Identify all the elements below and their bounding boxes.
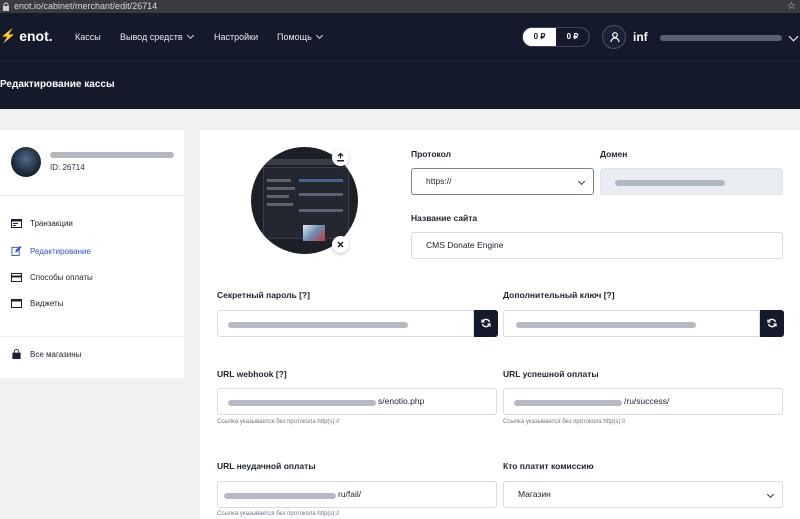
transactions-icon (11, 219, 22, 228)
balance-secondary[interactable]: 0 ₽ (556, 28, 589, 46)
shop-edit-form: Протокол https:// Домен Название сайта C… (200, 130, 800, 519)
chevron-down-icon (577, 177, 586, 186)
shop-sidebar: ID: 26714 Транзакции Редактирование Спос… (0, 130, 184, 378)
extra-key-input[interactable] (503, 310, 760, 337)
success-url-input[interactable]: /ru/success/ (503, 388, 783, 415)
site-name-input[interactable]: CMS Donate Engine (411, 232, 783, 259)
upload-icon (337, 153, 344, 162)
sidebar-item-widgets[interactable]: Виджеты (11, 299, 63, 308)
balance-switch[interactable]: 0 ₽ 0 ₽ (522, 27, 590, 47)
page-header: Редактирование кассы (0, 61, 800, 109)
site-name-label: Название сайта (411, 213, 478, 223)
shop-avatar (11, 147, 41, 177)
sidebar-item-all-shops[interactable]: Все магазины (11, 349, 81, 359)
divider (0, 336, 184, 337)
nav-item-cash-desks[interactable]: Кассы (75, 32, 101, 42)
protocol-select[interactable]: https:// (411, 168, 594, 195)
extra-key-label: Дополнительный ключ [?] (503, 290, 615, 300)
protocol-label: Протокол (411, 149, 452, 159)
regenerate-secret-button[interactable] (474, 310, 498, 337)
webhook-hint: Ссылка указывается без протокола http(s)… (217, 419, 340, 425)
commission-label: Кто платит комиссию (503, 461, 594, 471)
edit-icon (11, 246, 22, 256)
sidebar-item-edit[interactable]: Редактирование (11, 246, 91, 256)
sidebar-item-transactions[interactable]: Транзакции (11, 219, 73, 228)
sidebar-item-payment-methods[interactable]: Способы оплаты (11, 273, 93, 282)
chevron-down-icon (186, 31, 194, 40)
regenerate-extra-key-button[interactable] (760, 310, 784, 337)
widget-icon (11, 299, 22, 308)
success-url-hint: Ссылка указывается без протокола http(s)… (503, 419, 626, 425)
enot-logo[interactable]: ⚡ enot. (0, 28, 53, 44)
redacted-webhook-domain (228, 400, 376, 406)
lock-icon (3, 2, 9, 11)
upload-logo-button[interactable] (332, 149, 349, 166)
bookmark-star-icon[interactable]: ☆ (787, 0, 796, 13)
card-icon (11, 273, 22, 282)
chevron-down-icon (315, 31, 323, 40)
page-title: Редактирование кассы (0, 79, 115, 90)
shopping-bag-icon (12, 349, 21, 359)
domain-field[interactable] (600, 168, 783, 195)
redacted-user-email (660, 35, 782, 41)
shop-id: ID: 26714 (50, 163, 85, 172)
secret-password-label: Секретный пароль [?] (217, 290, 310, 300)
refresh-icon (481, 318, 491, 328)
close-icon (337, 241, 344, 248)
refresh-icon (767, 318, 777, 328)
nav-item-help[interactable]: Помощь (277, 31, 323, 42)
nav-item-settings[interactable]: Настройки (214, 32, 258, 42)
fail-url-hint: Ссылка указывается без протокола http(s)… (217, 511, 340, 517)
user-menu-chevron-icon[interactable] (788, 31, 799, 42)
fail-url-input[interactable]: ru/fail/ (217, 481, 497, 508)
secret-password-input[interactable] (217, 310, 474, 337)
browser-url-bar[interactable]: enot.io/cabinet/merchant/edit/26714 ☆ (0, 0, 800, 13)
user-name[interactable]: inf (633, 30, 648, 44)
divider (0, 195, 184, 196)
redacted-domain (615, 180, 725, 186)
redacted-success-domain (514, 400, 622, 406)
bolt-icon: ⚡ (0, 28, 17, 43)
remove-logo-button[interactable] (332, 236, 349, 253)
redacted-extra-key (516, 322, 696, 328)
user-icon (610, 32, 620, 43)
commission-select[interactable]: Магазин (503, 481, 783, 508)
nav-item-withdraw[interactable]: Вывод средств (120, 31, 194, 42)
redacted-secret (228, 322, 408, 328)
chevron-down-icon (766, 490, 775, 499)
domain-label: Домен (600, 149, 628, 159)
redacted-shop-name (50, 152, 174, 158)
top-navigation: ⚡ enot. Кассы Вывод средств Настройки По… (0, 13, 800, 61)
user-avatar-button[interactable] (602, 25, 626, 49)
webhook-url-input[interactable]: s/enotio.php (217, 388, 497, 415)
balance-primary[interactable]: 0 ₽ (523, 28, 556, 46)
success-url-label: URL успешной оплаты (503, 369, 599, 379)
webhook-url-label: URL webhook [?] (217, 369, 287, 379)
redacted-fail-domain (224, 493, 336, 499)
fail-url-label: URL неудачной оплаты (217, 461, 316, 471)
browser-url[interactable]: enot.io/cabinet/merchant/edit/26714 (14, 1, 157, 11)
